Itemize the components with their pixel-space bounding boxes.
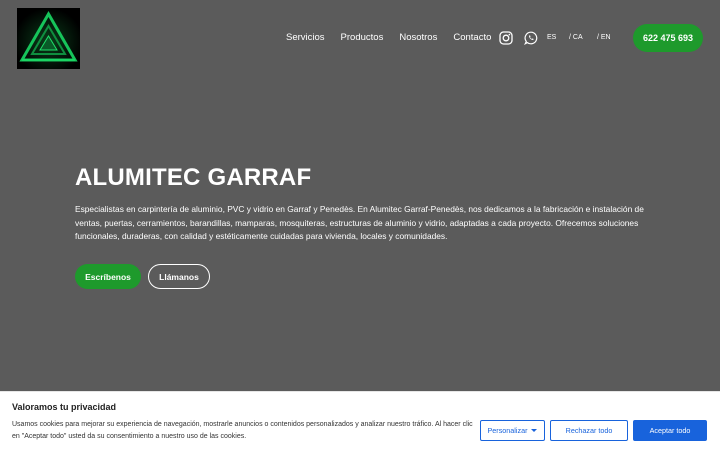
cookie-banner: Valoramos tu privacidad Usamos cookies p…: [0, 391, 720, 450]
hero-description: Especialistas en carpintería de aluminio…: [75, 204, 644, 241]
accept-all-button[interactable]: Aceptar todo: [633, 420, 707, 441]
triangle-logo-icon: [17, 8, 80, 69]
nav-servicios[interactable]: Servicios: [286, 32, 325, 44]
customize-button[interactable]: Personalizar: [480, 420, 545, 441]
reject-all-button[interactable]: Rechazar todo: [550, 420, 628, 441]
lang-en[interactable]: / EN: [597, 34, 611, 41]
lang-es[interactable]: ES: [547, 34, 556, 41]
instagram-icon[interactable]: [499, 31, 513, 45]
cookie-text: Usamos cookies para mejorar su experienc…: [12, 421, 473, 440]
call-us-button[interactable]: Llámanos: [148, 264, 210, 289]
caret-down-icon: [531, 429, 538, 432]
main-nav: Servicios Productos Nosotros Contacto: [286, 32, 507, 44]
phone-button[interactable]: 622 475 693: [633, 24, 703, 52]
lang-ca[interactable]: / CA: [569, 34, 583, 41]
nav-contacto[interactable]: Contacto: [453, 32, 491, 44]
write-us-button[interactable]: Escríbenos: [75, 264, 141, 289]
logo[interactable]: [17, 8, 80, 69]
customize-label: Personalizar: [487, 426, 528, 435]
nav-nosotros[interactable]: Nosotros: [399, 32, 437, 44]
nav-productos[interactable]: Productos: [341, 32, 384, 44]
whatsapp-icon[interactable]: [524, 31, 538, 45]
site-header: Servicios Productos Nosotros Contacto ES…: [0, 0, 720, 76]
cookie-title: Valoramos tu privacidad: [12, 402, 117, 412]
hero-title: ALUMITEC GARRAF: [75, 164, 312, 191]
